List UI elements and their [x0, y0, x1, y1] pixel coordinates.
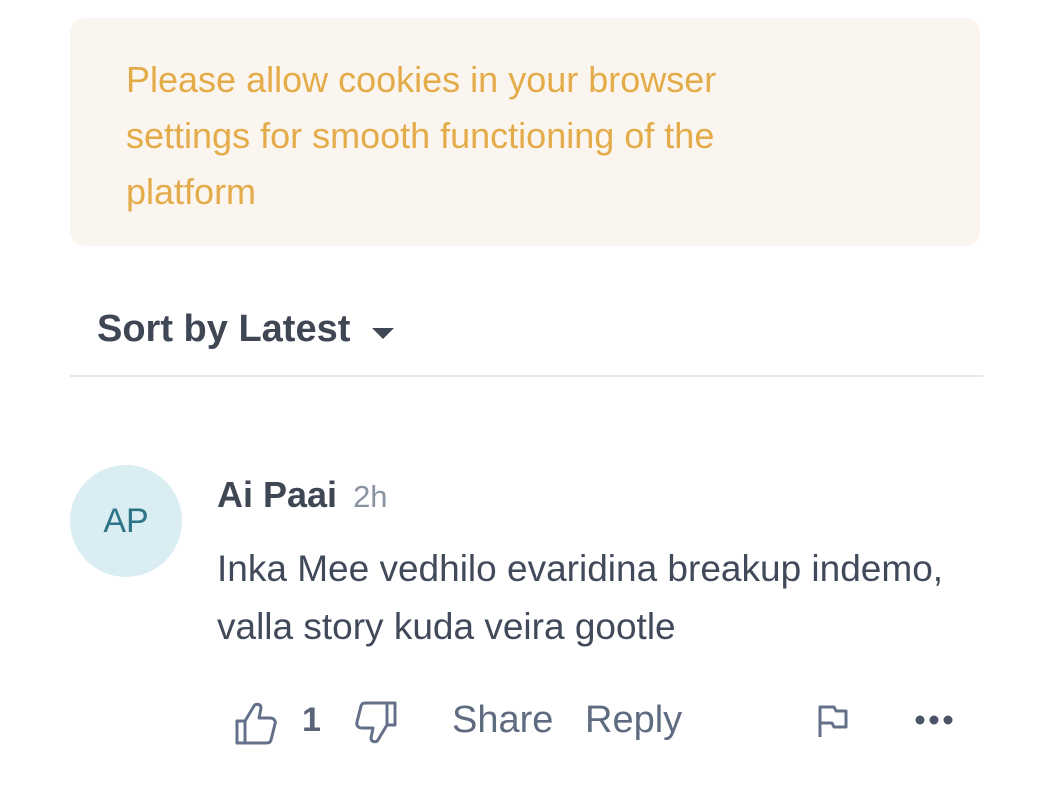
sort-label: Sort by Latest: [97, 308, 351, 350]
comment-author[interactable]: Ai Paai: [217, 474, 337, 516]
report-button[interactable]: [816, 703, 850, 744]
flag-icon: [818, 705, 848, 737]
comment: Ai Paai 2h Inka Mee vedhilo evaridina br…: [217, 474, 977, 656]
avatar-initials: AP: [103, 501, 149, 540]
upvote-button[interactable]: [232, 699, 282, 754]
comment-header: Ai Paai 2h: [217, 474, 977, 516]
thumbs-up-icon: [235, 702, 277, 745]
reply-button[interactable]: Reply: [585, 699, 682, 742]
downvote-button[interactable]: [350, 697, 400, 752]
comment-actions: 1 Share Reply: [232, 695, 962, 755]
comment-body: Inka Mee vedhilo evaridina breakup indem…: [217, 548, 944, 647]
sort-bar: Sort by Latest: [70, 290, 983, 377]
avatar[interactable]: AP: [70, 465, 182, 577]
more-options-button[interactable]: [914, 713, 954, 731]
more-horizontal-icon: [915, 715, 953, 725]
cookie-notice-banner: Please allow cookies in your browser set…: [70, 18, 980, 246]
comment-timestamp: 2h: [353, 479, 388, 514]
share-button[interactable]: Share: [452, 699, 553, 742]
caret-down-icon: [372, 328, 395, 339]
upvote-count: 1: [302, 701, 321, 739]
sort-dropdown[interactable]: Sort by Latest: [97, 308, 395, 351]
thumbs-down-icon: [355, 701, 397, 744]
cookie-notice-text: Please allow cookies in your browser set…: [126, 59, 717, 212]
